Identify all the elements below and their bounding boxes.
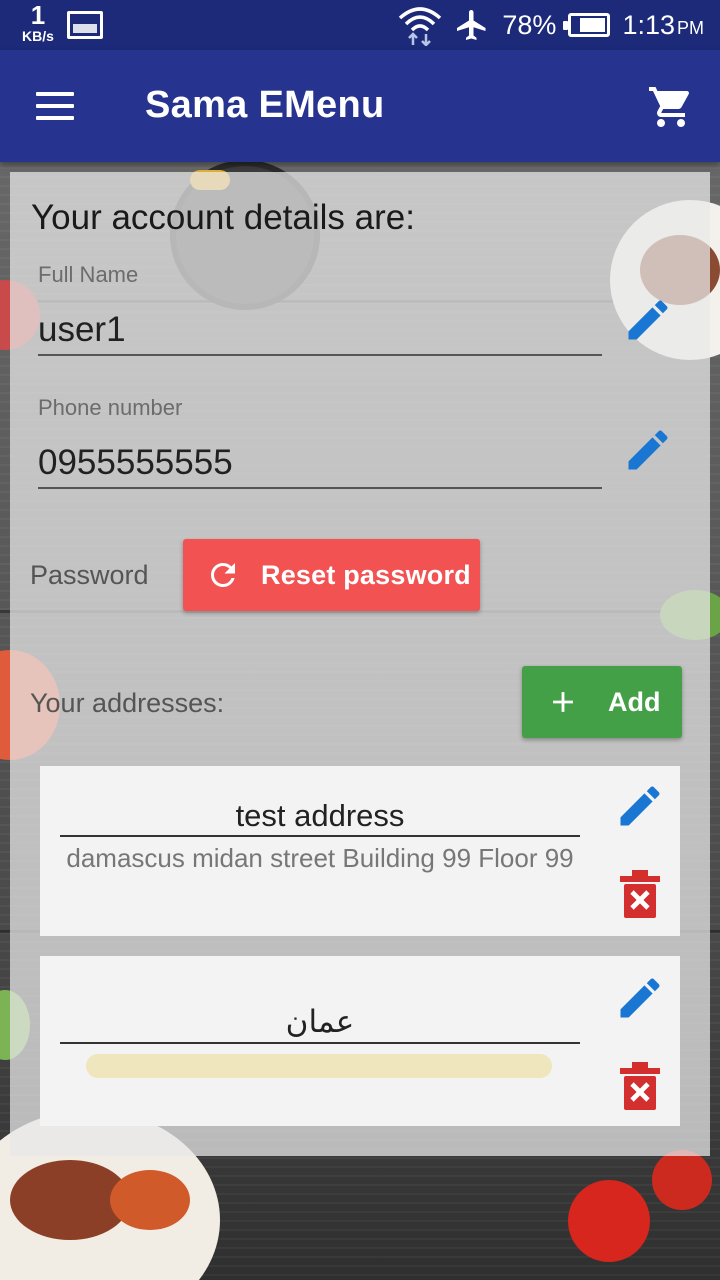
edit-phone-icon[interactable] [622, 424, 674, 476]
delete-address-icon[interactable] [620, 1062, 660, 1110]
account-card: Your account details are: Full Name user… [10, 172, 710, 1156]
phone-field[interactable]: 0955555555 [38, 443, 233, 483]
menu-icon[interactable] [36, 92, 76, 122]
addresses-label: Your addresses: [30, 688, 225, 718]
app-title: Sama EMenu [145, 84, 385, 126]
edit-address-icon[interactable] [614, 780, 666, 832]
reset-password-button[interactable]: Reset password [183, 539, 480, 611]
network-speed: 1 KB/s [14, 2, 62, 43]
airplane-icon [457, 10, 486, 40]
status-bar: 1 KB/s 78% 1:13 PM [0, 0, 720, 50]
full-name-underline [38, 354, 602, 356]
network-speed-value: 1 [30, 0, 46, 30]
clock-ampm: PM [677, 17, 704, 38]
full-name-field[interactable]: user1 [38, 310, 126, 350]
reset-password-label: Reset password [261, 560, 471, 590]
wifi-icon [399, 7, 442, 46]
address-detail: damascus midan street Building 99 Floor … [66, 843, 574, 873]
cart-icon[interactable] [646, 83, 696, 131]
network-speed-unit: KB/s [22, 28, 54, 44]
password-label: Password [30, 560, 149, 590]
address-card[interactable]: عمان [40, 956, 680, 1126]
app-bar: Sama EMenu [0, 50, 720, 162]
address-divider [60, 835, 580, 837]
phone-label: Phone number [38, 395, 183, 420]
address-title: عمان [285, 1004, 355, 1039]
address-title: test address [235, 798, 405, 833]
refresh-icon [211, 563, 235, 587]
edit-name-icon[interactable] [622, 294, 674, 346]
address-card[interactable]: test address damascus midan street Build… [40, 766, 680, 936]
phone-underline [38, 487, 602, 489]
add-address-label: Add [608, 687, 661, 717]
redacted-address-detail [86, 1054, 552, 1078]
delete-address-icon[interactable] [620, 870, 660, 918]
account-heading: Your account details are: [31, 198, 415, 237]
battery-icon [563, 13, 611, 37]
full-name-label: Full Name [38, 262, 139, 287]
gallery-notification-icon [67, 11, 103, 39]
battery-percent: 78% [502, 9, 557, 40]
clock-time: 1:13 [622, 9, 675, 40]
add-address-button[interactable]: Add [522, 666, 682, 738]
clock: 1:13 PM [622, 10, 704, 41]
plus-icon [553, 692, 573, 712]
edit-address-icon[interactable] [614, 972, 666, 1024]
address-divider [60, 1042, 580, 1044]
